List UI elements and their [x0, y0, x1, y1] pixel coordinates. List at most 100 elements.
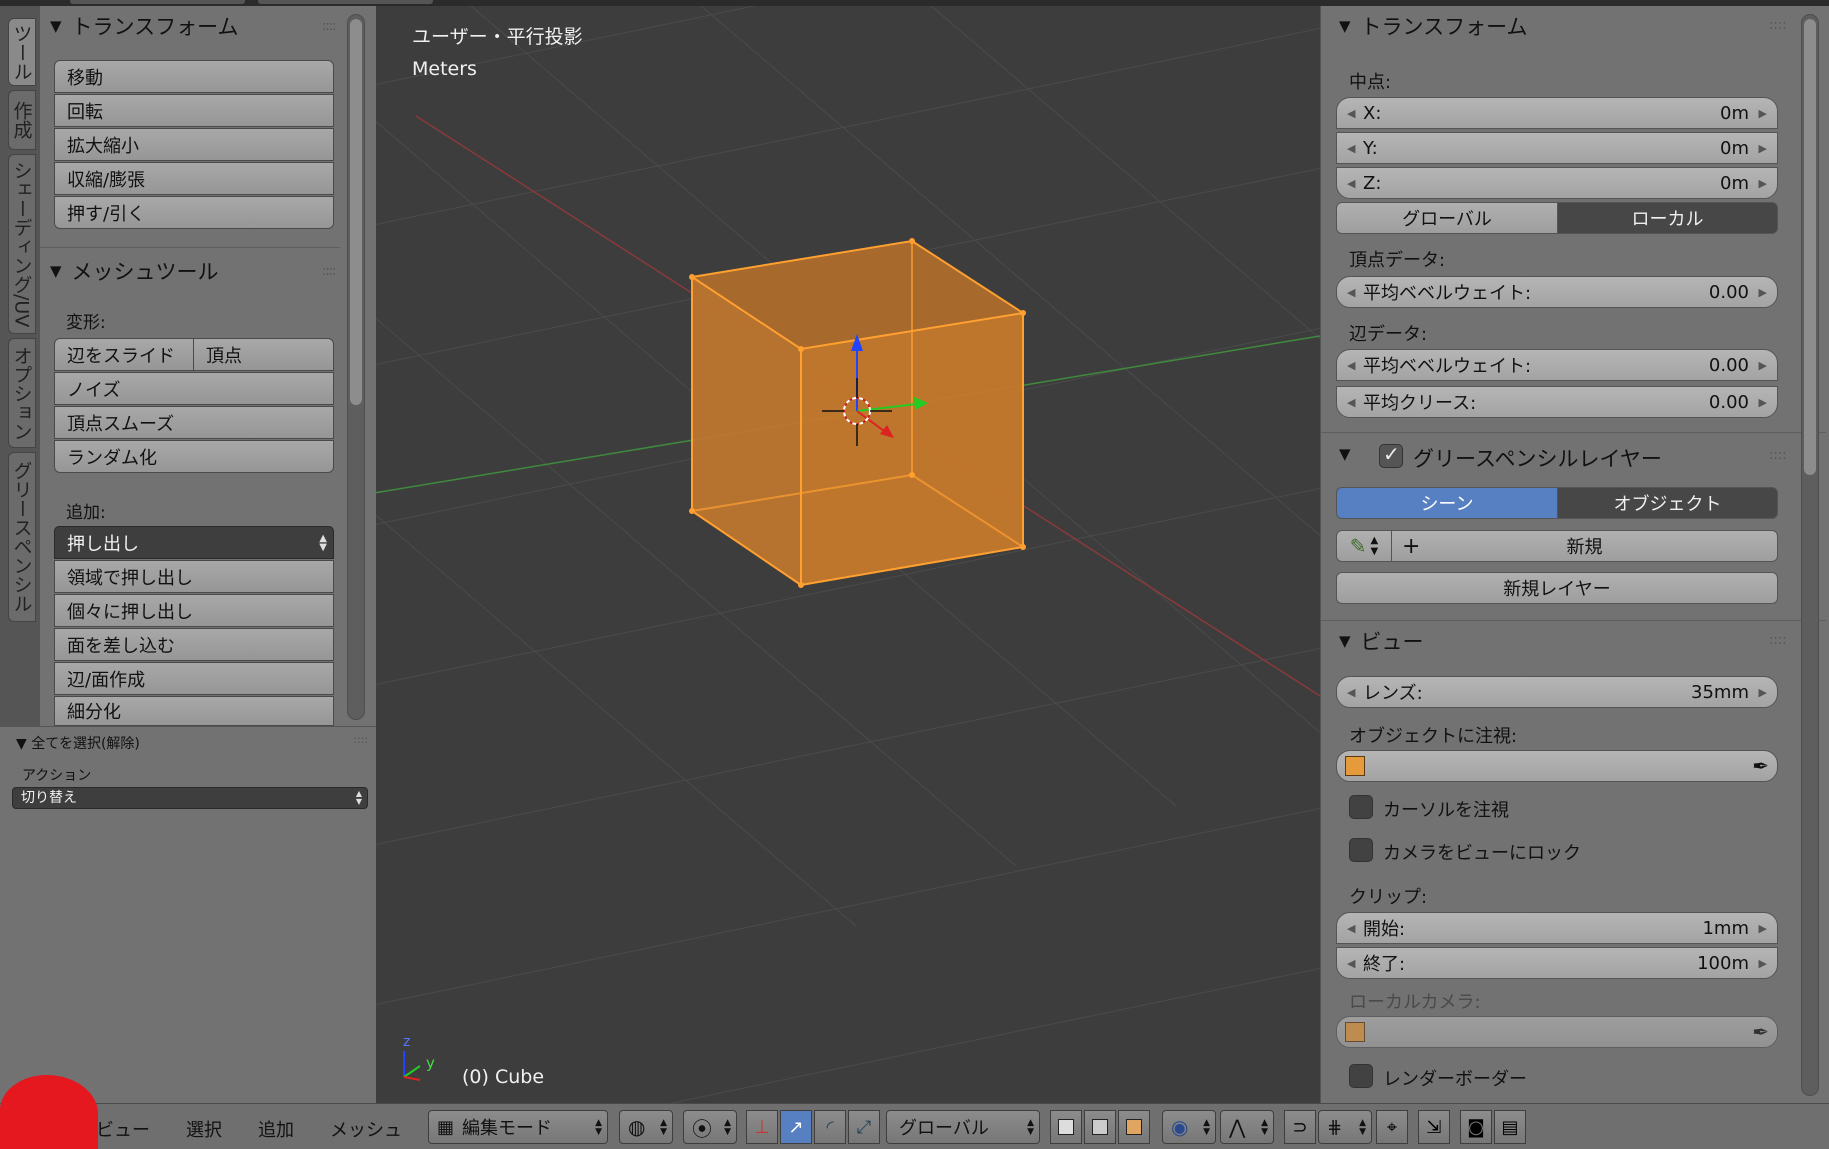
global-toggle[interactable]: グローバル: [1336, 202, 1558, 234]
noise-button[interactable]: ノイズ: [54, 372, 334, 405]
arrow-right-icon[interactable]: ▶: [1759, 286, 1767, 299]
render-border-checkbox[interactable]: [1349, 1064, 1373, 1088]
menu-select[interactable]: 選択: [186, 1116, 222, 1142]
median-y-field[interactable]: ◀ Y: 0m ▶: [1336, 132, 1778, 164]
edge-slide-button[interactable]: 辺をスライド: [54, 338, 194, 371]
scene-toggle[interactable]: シーン: [1336, 487, 1558, 519]
arrow-right-icon[interactable]: ▶: [1759, 686, 1767, 699]
face-select-button[interactable]: [1118, 1110, 1150, 1144]
arrow-left-icon[interactable]: ◀: [1347, 396, 1355, 409]
snap-toggle[interactable]: ⊃: [1284, 1110, 1316, 1144]
clip-start-field[interactable]: ◀ 開始: 1mm ▶: [1336, 912, 1778, 944]
extrude-region-button[interactable]: 領域で押し出し: [54, 560, 334, 593]
new-gpencil-button[interactable]: + 新規: [1391, 530, 1778, 562]
shading-selector[interactable]: ◍ ▲ ▼: [619, 1110, 673, 1144]
extrude-individual-button[interactable]: 個々に押し出し: [54, 594, 334, 627]
proportional-edit-objects-button[interactable]: ⇲: [1418, 1110, 1450, 1144]
scale-manipulator-button[interactable]: ⤢: [848, 1110, 880, 1144]
snap-target-button[interactable]: ⌖: [1376, 1110, 1408, 1144]
rotate-manipulator-button[interactable]: ◜: [814, 1110, 846, 1144]
local-toggle[interactable]: ローカル: [1557, 202, 1778, 234]
lock-camera-checkbox[interactable]: [1349, 838, 1373, 862]
subdivide-button[interactable]: 細分化: [54, 696, 334, 726]
grip-icon[interactable]: ::::: [353, 733, 368, 746]
vertex-mean-bevel-field[interactable]: ◀ 平均ベベルウェイト: 0.00 ▶: [1336, 276, 1778, 308]
grip-icon[interactable]: ::::: [322, 19, 336, 34]
arrow-left-icon[interactable]: ◀: [1347, 922, 1355, 935]
median-x-field[interactable]: ◀ X: 0m ▶: [1336, 97, 1778, 129]
tab-shading-uv[interactable]: シェーディング/UV: [8, 154, 36, 334]
arrow-right-icon[interactable]: ▶: [1759, 957, 1767, 970]
grip-icon[interactable]: ::::: [1769, 448, 1787, 463]
lens-field[interactable]: ◀ レンズ: 35mm ▶: [1336, 676, 1778, 708]
snap-element-selector[interactable]: ⋕ ▲ ▼: [1318, 1110, 1372, 1144]
action-dropdown[interactable]: 切り替え ▲ ▼: [12, 787, 368, 809]
menu-mesh[interactable]: メッシュ: [330, 1116, 402, 1142]
arrow-right-icon[interactable]: ▶: [1759, 142, 1767, 155]
push-pull-button[interactable]: 押す/引く: [54, 196, 334, 229]
arrow-right-icon[interactable]: ▶: [1759, 107, 1767, 120]
edge-mean-crease-field[interactable]: ◀ 平均クリース: 0.00 ▶: [1336, 386, 1778, 418]
edge-select-button[interactable]: [1084, 1110, 1116, 1144]
grease-pencil-enable-checkbox[interactable]: [1379, 442, 1403, 468]
falloff-selector[interactable]: ⋀ ▲ ▼: [1220, 1110, 1274, 1144]
transform-panel-header[interactable]: ▼ トランスフォーム: [1339, 11, 1528, 41]
translate-manipulator-button[interactable]: ↗: [780, 1110, 812, 1144]
object-toggle[interactable]: オブジェクト: [1557, 487, 1778, 519]
inset-faces-button[interactable]: 面を差し込む: [54, 628, 334, 661]
menu-add[interactable]: 追加: [258, 1116, 294, 1142]
median-z-field[interactable]: ◀ Z: 0m ▶: [1336, 167, 1778, 199]
arrow-left-icon[interactable]: ◀: [1347, 686, 1355, 699]
rotate-button[interactable]: 回転: [54, 94, 334, 127]
3d-viewport[interactable]: ユーザー・平行投影 Meters z y (0) Cube: [376, 6, 1320, 1103]
tab-grease-pencil[interactable]: グリースペンシル: [8, 452, 36, 622]
transform-panel-header[interactable]: ▼ トランスフォーム ::::: [50, 11, 350, 41]
menu-view[interactable]: ビュー: [96, 1116, 150, 1142]
eyedropper-icon[interactable]: ✒: [1752, 754, 1769, 778]
manipulator-toggle[interactable]: ⊥: [746, 1110, 778, 1144]
render-opengl-button[interactable]: ◙: [1460, 1110, 1492, 1144]
scrollbar-thumb[interactable]: [1804, 19, 1816, 475]
render-animation-button[interactable]: ▤: [1494, 1110, 1526, 1144]
tab-tools[interactable]: ツール: [8, 18, 36, 86]
pivot-selector[interactable]: ⦿ ▲ ▼: [683, 1110, 737, 1144]
proportional-editing-selector[interactable]: ◉ ▲ ▼: [1162, 1110, 1216, 1144]
tab-create[interactable]: 作成: [8, 90, 36, 150]
cube-mesh[interactable]: [689, 238, 1026, 588]
vertex-select-button[interactable]: [1050, 1110, 1082, 1144]
lock-object-field[interactable]: ✒: [1336, 750, 1778, 782]
scrollbar-thumb[interactable]: [350, 19, 362, 405]
properties-scrollbar[interactable]: [1801, 14, 1819, 1096]
vertex-slide-button[interactable]: 頂点: [193, 338, 334, 371]
grip-icon[interactable]: ::::: [1769, 633, 1787, 648]
arrow-left-icon[interactable]: ◀: [1347, 359, 1355, 372]
edge-mean-bevel-field[interactable]: ◀ 平均ベベルウェイト: 0.00 ▶: [1336, 349, 1778, 381]
gpencil-datablock-selector[interactable]: ✎ ▲ ▼: [1336, 530, 1392, 562]
arrow-left-icon[interactable]: ◀: [1347, 286, 1355, 299]
scale-button[interactable]: 拡大縮小: [54, 128, 334, 161]
move-button[interactable]: 移動: [54, 60, 334, 93]
arrow-left-icon[interactable]: ◀: [1347, 142, 1355, 155]
smooth-vertex-button[interactable]: 頂点スムーズ: [54, 406, 334, 439]
mode-selector[interactable]: ▦ 編集モード ▲ ▼: [428, 1110, 608, 1144]
shrink-fatten-button[interactable]: 収縮/膨張: [54, 162, 334, 195]
randomize-button[interactable]: ランダム化: [54, 440, 334, 473]
lock-cursor-checkbox[interactable]: [1349, 795, 1373, 819]
grip-icon[interactable]: ::::: [1769, 18, 1787, 33]
arrow-right-icon[interactable]: ▶: [1759, 359, 1767, 372]
arrow-right-icon[interactable]: ▶: [1759, 922, 1767, 935]
arrow-left-icon[interactable]: ◀: [1347, 177, 1355, 190]
arrow-left-icon[interactable]: ◀: [1347, 107, 1355, 120]
arrow-right-icon[interactable]: ▶: [1759, 177, 1767, 190]
grease-pencil-panel-header[interactable]: ▼: [1339, 439, 1361, 469]
operator-panel-header[interactable]: ▼ 全てを選択(解除): [16, 733, 140, 753]
extrude-dropdown[interactable]: 押し出し ▲ ▼: [54, 526, 334, 559]
tab-options[interactable]: オプション: [8, 338, 36, 448]
orientation-selector[interactable]: グローバル ▲ ▼: [886, 1110, 1040, 1144]
mesh-tools-panel-header[interactable]: ▼ メッシュツール ::::: [50, 256, 350, 286]
view-panel-header[interactable]: ▼ ビュー: [1339, 626, 1424, 656]
new-layer-button[interactable]: 新規レイヤー: [1336, 572, 1778, 604]
toolshelf-scrollbar[interactable]: [347, 14, 365, 720]
arrow-left-icon[interactable]: ◀: [1347, 957, 1355, 970]
clip-end-field[interactable]: ◀ 終了: 100m ▶: [1336, 947, 1778, 979]
